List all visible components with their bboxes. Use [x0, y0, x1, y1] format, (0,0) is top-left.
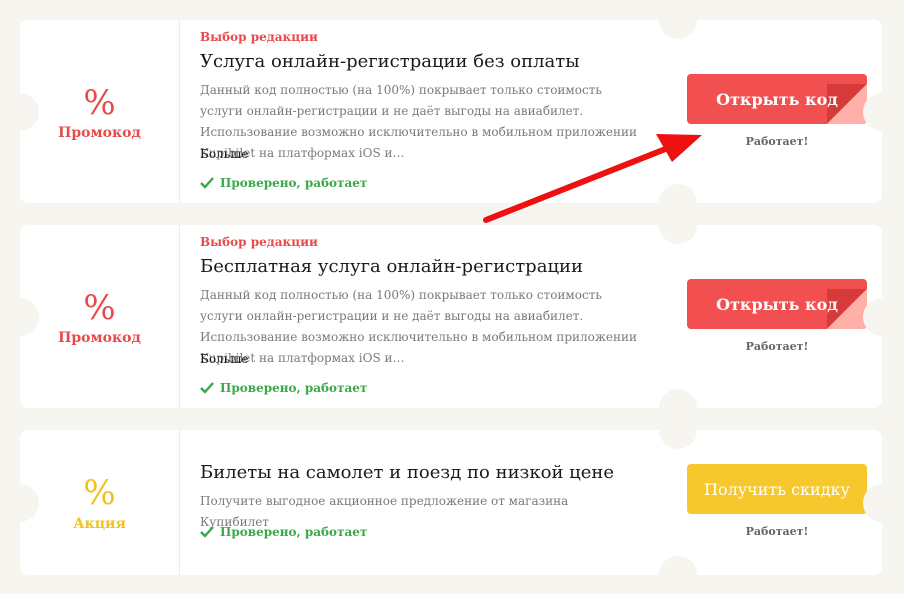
open-code-button[interactable]: Открыть код — [687, 279, 867, 329]
check-icon — [200, 526, 214, 538]
coupon-title: Билеты на самолет и поезд по низкой цене — [200, 462, 615, 483]
coupon-type-label: Промокод — [58, 125, 141, 141]
coupon-card-1: % Промокод Выбор редакции Услуга онлайн-… — [1, 1, 901, 222]
verified-text: Проверено, работает — [220, 381, 368, 395]
coupon-type-label: Промокод — [58, 330, 141, 346]
coupon-type-label: Акция — [73, 516, 126, 532]
button-label: Открыть код — [716, 89, 838, 109]
percent-icon: % — [83, 288, 116, 328]
coupon-card-2: % Промокод Выбор редакции Бесплатная усл… — [1, 206, 901, 427]
works-status: Работает! — [745, 340, 809, 353]
verified-status: Проверено, работает — [200, 176, 367, 190]
button-label: Открыть код — [716, 294, 838, 314]
more-link[interactable]: Больше — [200, 352, 248, 366]
coupon-type-panel: % Промокод — [20, 20, 180, 203]
check-icon — [200, 382, 214, 394]
coupon-description: Данный код полностью (на 100%) покрывает… — [200, 288, 638, 365]
more-link[interactable]: Больше — [200, 147, 248, 161]
editors-choice-label: Выбор редакции — [200, 235, 318, 249]
verified-text: Проверено, работает — [220, 525, 368, 539]
button-label: Получить скидку — [704, 479, 850, 499]
verified-status: Проверено, работает — [200, 381, 367, 395]
percent-icon: % — [83, 473, 116, 513]
editors-choice-label: Выбор редакции — [200, 30, 318, 44]
coupon-title: Бесплатная услуга онлайн-регистрации — [200, 256, 584, 277]
coupon-type-panel: % Акция — [20, 430, 180, 575]
verified-text: Проверено, работает — [220, 176, 368, 190]
coupon-card-3: % Акция Билеты на самолет и поезд по низ… — [1, 411, 901, 594]
check-icon — [200, 177, 214, 189]
verified-status: Проверено, работает — [200, 525, 367, 539]
works-status: Работает! — [745, 525, 809, 538]
works-status: Работает! — [745, 135, 809, 148]
coupon-title: Услуга онлайн-регистрации без оплаты — [200, 51, 580, 72]
open-code-button[interactable]: Открыть код — [687, 74, 867, 124]
percent-icon: % — [83, 83, 116, 123]
coupon-description: Данный код полностью (на 100%) покрывает… — [200, 83, 638, 160]
get-discount-button[interactable]: Получить скидку — [687, 464, 867, 514]
coupon-type-panel: % Промокод — [20, 225, 180, 408]
